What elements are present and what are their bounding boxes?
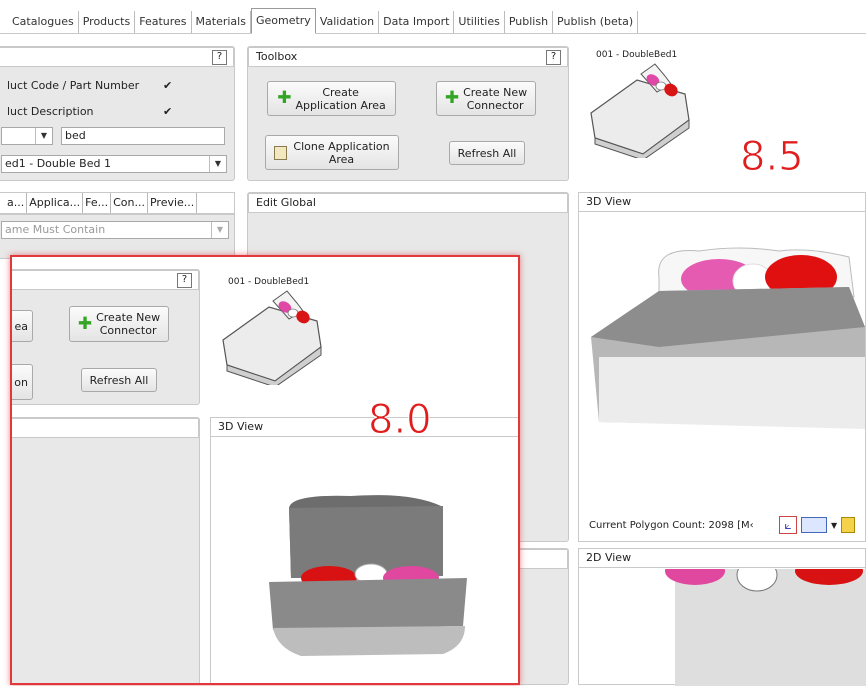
tab-products[interactable]: Products: [79, 11, 136, 33]
help-icon[interactable]: ?: [212, 50, 227, 65]
view2d-panel: 2D View: [578, 548, 866, 686]
create-area-label: Create Application Area: [295, 85, 386, 112]
overlay-view3d-panel: 3D View: [210, 417, 518, 683]
tab-publish-beta[interactable]: Publish (beta): [553, 11, 639, 33]
polygon-count: Current Polygon Count: 2098 [M‹: [589, 520, 754, 531]
subtab-item[interactable]: Applica...: [27, 193, 84, 213]
overlay-create-connector-label: Create New Connector: [96, 311, 161, 337]
filter-input[interactable]: ame Must Contain ▼: [1, 221, 229, 239]
create-connector-label: Create New Connector: [463, 85, 528, 112]
create-new-connector-button[interactable]: ✚ Create New Connector: [436, 81, 536, 116]
version-label-old: 8.0: [368, 397, 433, 444]
option-part-number: luct Code / Part Number: [7, 79, 140, 92]
filter-placeholder: ame Must Contain: [5, 223, 106, 236]
subtab-item[interactable]: Fe...: [83, 193, 112, 213]
toolbox-header: Toolbox ?: [248, 47, 568, 67]
clone-icon: [274, 145, 288, 160]
bed-thumbnail: [590, 63, 690, 158]
refresh-all-button[interactable]: Refresh All: [449, 141, 525, 165]
left-search-panel: ? luct Code / Part Number ✔ luct Descrip…: [0, 46, 235, 181]
chevron-down-icon[interactable]: ▼: [831, 521, 837, 530]
help-icon[interactable]: ?: [546, 50, 561, 65]
search-type-select[interactable]: ▼: [1, 127, 53, 145]
overlay-create-area-label: ea: [14, 319, 28, 333]
overlay-bed-thumbnail: [222, 290, 322, 385]
overlay-toolbox-header: ?: [12, 270, 199, 290]
edit-global-header: Edit Global: [248, 193, 568, 213]
tab-validation[interactable]: Validation: [316, 11, 380, 33]
part-number-checkbox[interactable]: ✔: [163, 79, 172, 92]
overlay-edit-global-panel: [12, 417, 200, 683]
camera-icon[interactable]: [801, 517, 827, 533]
overlay-refresh-label: Refresh All: [89, 373, 149, 387]
product-select[interactable]: ed1 - Double Bed 1 ▼: [1, 155, 227, 173]
overlay-edit-global-header: [12, 418, 199, 438]
clone-label: Clone Application Area: [293, 139, 390, 166]
left-subtab-bar: a... Applica... Fe... Con... Previe...: [0, 192, 235, 214]
overlay-clone-button[interactable]: on: [12, 364, 33, 400]
toolbox-title: Toolbox: [256, 50, 298, 63]
overlay-create-connector-button[interactable]: ✚ Create New Connector: [69, 306, 169, 342]
plus-icon: ✚: [277, 88, 292, 108]
axis-icon[interactable]: ⟀: [779, 516, 797, 534]
main-tab-bar: Catalogues Products Features Materials Geome…: [0, 8, 866, 34]
left-panel-header: ?: [0, 47, 234, 67]
view-toolbar: ⟀ ▼: [779, 515, 866, 535]
chevron-down-icon: ▼: [209, 156, 226, 172]
option-description: luct Description: [7, 105, 94, 118]
create-application-area-button[interactable]: ✚ Create Application Area: [267, 81, 396, 116]
view3d-panel: 3D View Current Polygon Count: 2098 [M‹ …: [578, 192, 866, 542]
overlay-clone-label: on: [14, 375, 28, 389]
pencil-icon[interactable]: [841, 517, 856, 533]
tab-geometry[interactable]: Geometry: [250, 8, 316, 34]
search-input[interactable]: bed: [61, 127, 225, 145]
overlay-bed-3d-render: [269, 495, 467, 656]
description-checkbox[interactable]: ✔: [163, 105, 172, 118]
left-filter-area: ame Must Contain ▼: [0, 214, 235, 259]
product-select-value: ed1 - Double Bed 1: [5, 157, 111, 170]
subtab-item[interactable]: Previe...: [148, 193, 198, 213]
plus-icon: ✚: [444, 88, 460, 108]
tab-catalogues[interactable]: Catalogues: [0, 11, 79, 33]
tab-utilities[interactable]: Utilities: [454, 11, 505, 33]
subtab-item[interactable]: Con...: [111, 193, 148, 213]
subtab-item[interactable]: a...: [5, 193, 28, 213]
version-label-new: 8.5: [740, 134, 805, 181]
toolbox-panel: Toolbox ? ✚ Create Application Area ✚ Cr…: [247, 46, 569, 181]
overlay-create-area-button[interactable]: ea: [12, 310, 33, 342]
view2d-header: 2D View: [579, 549, 865, 568]
overlay-toolbox-panel: ? ea ✚ Create New Connector on Refresh A…: [12, 269, 200, 405]
tab-materials[interactable]: Materials: [192, 11, 251, 33]
plus-icon: ✚: [77, 313, 93, 334]
chevron-down-icon: ▼: [211, 222, 228, 238]
view3d-header: 3D View: [579, 193, 865, 212]
refresh-label: Refresh All: [457, 146, 517, 160]
tab-publish[interactable]: Publish: [505, 11, 554, 33]
bed-3d-render: [591, 247, 865, 429]
overlay-refresh-button[interactable]: Refresh All: [81, 368, 157, 392]
tab-data-import[interactable]: Data Import: [379, 11, 455, 33]
tab-features[interactable]: Features: [135, 11, 192, 33]
bed-2d-render: [665, 569, 866, 686]
help-icon[interactable]: ?: [177, 273, 192, 288]
old-version-overlay: ? ea ✚ Create New Connector on Refresh A…: [10, 255, 520, 685]
clone-application-area-button[interactable]: Clone Application Area: [265, 135, 399, 170]
overlay-view3d-header: 3D View: [211, 418, 518, 437]
chevron-down-icon: ▼: [35, 128, 52, 144]
